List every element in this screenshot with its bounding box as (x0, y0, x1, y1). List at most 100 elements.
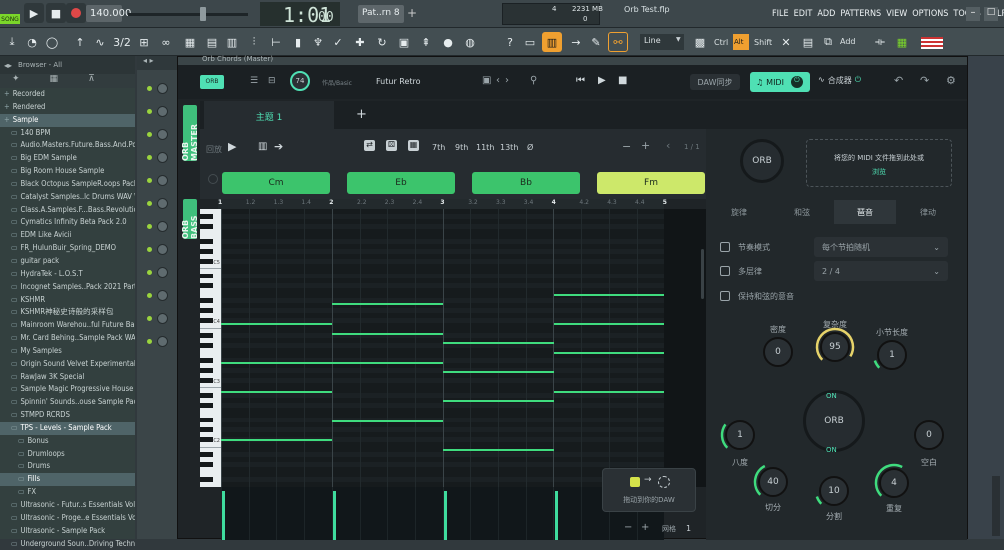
mic-icon[interactable]: ● (438, 32, 458, 52)
zoom-out-button[interactable]: − (622, 140, 631, 153)
save-icon[interactable]: ▣ (394, 32, 414, 52)
black-key[interactable] (200, 258, 213, 264)
playback-play-icon[interactable]: ▶ (228, 140, 236, 153)
browser-item[interactable]: ▭ Underground Soun..Driving Techno (0, 538, 135, 550)
midi-note[interactable] (443, 400, 554, 403)
orb-bass-tab[interactable]: ORB BASS (181, 199, 199, 239)
count-icon[interactable]: 3/2 (112, 32, 132, 52)
preset-prev-icon[interactable]: ‹ (496, 75, 500, 86)
pencil-icon[interactable]: ✎ (586, 32, 606, 52)
tuning-icon[interactable]: ⟛ (870, 32, 890, 52)
midi-note[interactable] (332, 332, 443, 335)
midi-drop-zone[interactable] (806, 139, 952, 187)
pattern-add-icon[interactable]: + (407, 6, 417, 20)
knob-row3-3[interactable]: 4 (879, 468, 909, 498)
wave-icon[interactable]: ∿ (90, 32, 110, 52)
bottom-zoom-out-button[interactable]: − (624, 522, 632, 533)
menu-add[interactable]: ADD (817, 9, 835, 19)
browser-item[interactable]: ▭ Drumloops (0, 448, 135, 461)
ctrl-key[interactable]: Ctrl (714, 38, 728, 47)
arrow-right-icon[interactable]: → (566, 32, 586, 52)
orb-main-knob[interactable]: ORB (740, 139, 784, 183)
blend-icon[interactable]: ⊞ (134, 32, 154, 52)
black-key[interactable] (200, 318, 213, 324)
black-key[interactable] (200, 238, 213, 244)
chat-icon[interactable]: ◍ (460, 32, 480, 52)
master-volume-handle[interactable] (200, 7, 206, 21)
midi-note[interactable] (443, 448, 554, 451)
preset-next-icon[interactable]: › (505, 75, 509, 86)
orb-logo[interactable]: ORB (200, 75, 224, 89)
knob-row3-1[interactable]: 40 (758, 467, 788, 497)
window-minimize-button[interactable]: – (966, 7, 980, 21)
black-key[interactable] (200, 298, 213, 304)
master-volume-slider[interactable] (128, 13, 248, 16)
velocity-bar[interactable] (222, 491, 225, 540)
tree-icon[interactable]: ⊢ (266, 32, 286, 52)
stamp-icon[interactable]: ▩ (690, 32, 710, 52)
browser-item[interactable]: + Rendered (0, 101, 135, 114)
black-key[interactable] (200, 402, 213, 408)
right-tab[interactable]: 旋律 (708, 200, 770, 224)
browser-item[interactable]: ▭ Mainroom Warehou..ful Future Bass (0, 319, 135, 332)
velocity-bar[interactable] (555, 491, 558, 540)
browser-item[interactable]: ▭ 140 BPM (0, 127, 135, 140)
black-key[interactable] (200, 417, 213, 423)
redo-icon[interactable]: ↷ (920, 74, 929, 87)
channel-knob[interactable] (157, 313, 168, 324)
grid-size-value[interactable]: 1 (686, 524, 691, 533)
chord-type-13th[interactable]: 13th (500, 143, 518, 152)
midi-note[interactable] (221, 390, 332, 393)
browser-item[interactable]: ▭ FX (0, 486, 135, 499)
mixer-icon[interactable]: ⫶ (244, 32, 264, 52)
channel-knob[interactable] (157, 267, 168, 278)
synth-mode-button[interactable]: ∿ 合成器 ⏻ (818, 75, 861, 86)
cut-icon[interactable]: ✕ (776, 32, 796, 52)
piano-roll-icon[interactable]: ▤ (202, 32, 222, 52)
browser-item[interactable]: ▭ FR_HulunBuir_Spring_DEMO (0, 242, 135, 255)
menu-patterns[interactable]: PATTERNS (840, 9, 881, 19)
browser-item[interactable]: ▭ Sample Magic Progressive House 2 (0, 383, 135, 396)
knob-3[interactable]: 1 (877, 340, 907, 370)
shift-key[interactable]: Shift (754, 38, 772, 47)
channel-led[interactable] (147, 86, 152, 91)
browser-item[interactable]: ▭ Black Octopus SampleR.oops Pack (0, 178, 135, 191)
song-mode-toggle[interactable]: SONG (0, 14, 20, 24)
download-icon[interactable]: ⤓ (2, 32, 22, 52)
browser-item[interactable]: ▭ Mr. Card Behing..Sample Pack WAV (0, 332, 135, 345)
browser-item[interactable]: ▭ Big Room House Sample (0, 165, 135, 178)
browser-item[interactable]: ▭ My Samples (0, 345, 135, 358)
browser-item[interactable]: ▭ Drums (0, 460, 135, 473)
plugin-stop-icon[interactable]: ■ (618, 75, 627, 86)
daw-sync-button[interactable]: DAW同步 (690, 74, 740, 90)
plugin-play-icon[interactable]: ▶ (598, 75, 606, 86)
octave-knob[interactable]: 1 (725, 420, 755, 450)
channel-knob[interactable] (157, 129, 168, 140)
rhythm-mode-dropdown[interactable]: 每个节拍随机 ⌄ (814, 237, 948, 257)
browser-item[interactable]: ▭ Ultrasonic - Sample Pack (0, 525, 135, 538)
blank-knob[interactable]: 0 (914, 420, 944, 450)
metronome-icon[interactable]: ◔ (22, 32, 42, 52)
play-button[interactable]: ▶ (24, 3, 44, 23)
black-key[interactable] (200, 248, 213, 254)
knob-row3-2[interactable]: 10 (819, 476, 849, 506)
browser-item[interactable]: ▭ Cymatics Infinity Beta Pack 2.0 (0, 216, 135, 229)
channel-led[interactable] (147, 155, 152, 160)
table-icon[interactable]: ▦ (408, 140, 419, 151)
browser-sort-icon[interactable]: ⊼ (88, 74, 95, 88)
black-key[interactable] (200, 367, 213, 373)
piano-icon[interactable]: ▥ (258, 141, 267, 152)
dice-icon[interactable]: ⚄ (386, 140, 397, 151)
chord-pill[interactable]: Bb (472, 172, 580, 194)
channel-led[interactable] (147, 270, 152, 275)
settings-gear-icon[interactable]: ⚙ (946, 74, 956, 87)
menu-options[interactable]: OPTIONS (912, 9, 948, 19)
right-tab[interactable]: 和弦 (771, 200, 833, 224)
browser-arrows-icon[interactable]: ◂▸ (4, 61, 12, 70)
paste-icon[interactable]: ▤ (798, 32, 818, 52)
language-flag-icon[interactable] (921, 37, 943, 49)
browser-item[interactable]: + Recorded (0, 88, 135, 101)
browser-item[interactable]: ▭ guitar pack (0, 255, 135, 268)
shuffle-icon[interactable]: ⇄ (364, 140, 375, 151)
chord-pill[interactable]: Eb (347, 172, 455, 194)
